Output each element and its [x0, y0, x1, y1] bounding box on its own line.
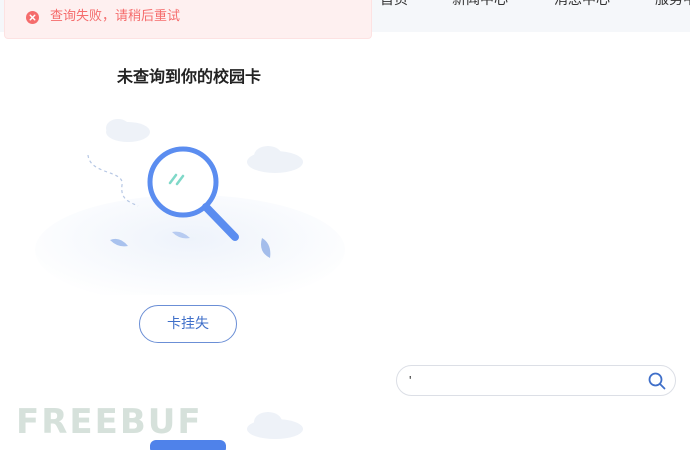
search-icon[interactable]: [648, 372, 666, 390]
watermark-logo: FREEBUF: [16, 402, 203, 442]
nav-item-news[interactable]: 新闻中心: [452, 0, 508, 8]
nav-item-home[interactable]: 首页: [380, 0, 408, 8]
magnifier-empty-icon: [35, 119, 345, 295]
page-title: 未查询到你的校园卡: [116, 67, 261, 86]
search-bar[interactable]: [396, 365, 676, 396]
search-input[interactable]: [409, 371, 639, 390]
nav-item-messages[interactable]: 消息中心: [554, 0, 610, 8]
nav-item-services[interactable]: 服务中心: [655, 0, 690, 8]
error-circle-icon: [26, 11, 39, 24]
report-lost-button[interactable]: 卡挂失: [139, 305, 237, 343]
toast-message: 查询失败，请稍后重试: [50, 9, 181, 24]
error-toast: 查询失败，请稍后重试: [4, 0, 372, 39]
